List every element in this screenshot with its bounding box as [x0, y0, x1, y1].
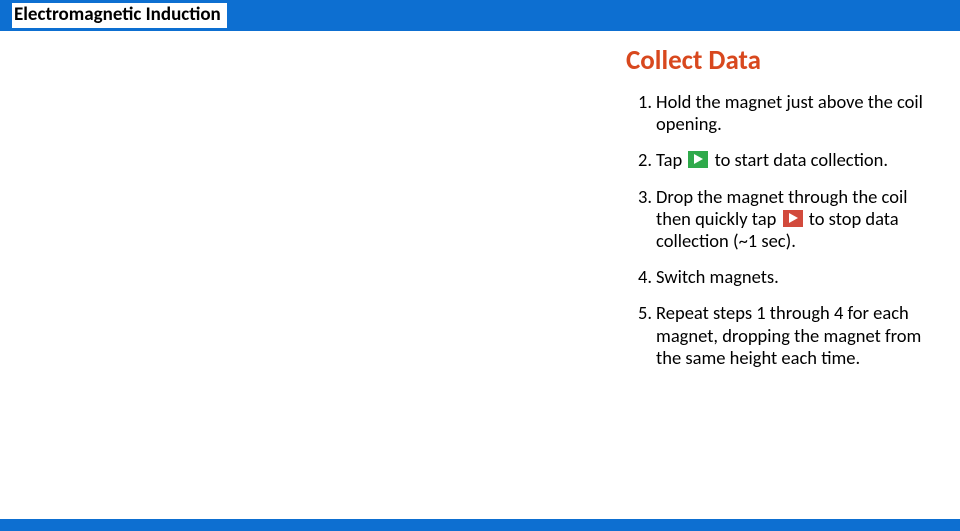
content-panel: Collect Data 1. Hold the magnet just abo…: [626, 44, 926, 383]
step-5: 5. Repeat steps 1 through 4 for each mag…: [638, 302, 926, 369]
step-text-post: to start data collection.: [715, 148, 888, 171]
stop-icon: [783, 210, 803, 227]
step-body: Drop the magnet through the coil then qu…: [656, 186, 926, 253]
header-title: Electromagnetic Induction: [12, 3, 227, 28]
step-2: 2. Tap to start data collection.: [638, 149, 926, 171]
steps-list: 1. Hold the magnet just above the coil o…: [626, 91, 926, 369]
step-text: Switch magnets.: [656, 266, 926, 288]
step-number: 3.: [638, 186, 652, 253]
play-icon: [688, 151, 708, 168]
step-text: Repeat steps 1 through 4 for each magnet…: [656, 302, 926, 369]
footer-bar: [0, 519, 960, 531]
step-3: 3. Drop the magnet through the coil then…: [638, 186, 926, 253]
step-text: Hold the magnet just above the coil open…: [656, 91, 926, 135]
slide: Electromagnetic Induction Collect Data 1…: [0, 0, 960, 531]
step-1: 1. Hold the magnet just above the coil o…: [638, 91, 926, 135]
step-4: 4. Switch magnets.: [638, 266, 926, 288]
step-number: 1.: [638, 91, 652, 135]
section-title: Collect Data: [626, 44, 926, 77]
step-number: 4.: [638, 266, 652, 288]
header-bar: Electromagnetic Induction: [0, 0, 960, 31]
step-number: 5.: [638, 302, 652, 369]
step-text-pre: Tap: [656, 148, 682, 171]
step-number: 2.: [638, 149, 652, 171]
step-body: Tap to start data collection.: [656, 149, 926, 171]
